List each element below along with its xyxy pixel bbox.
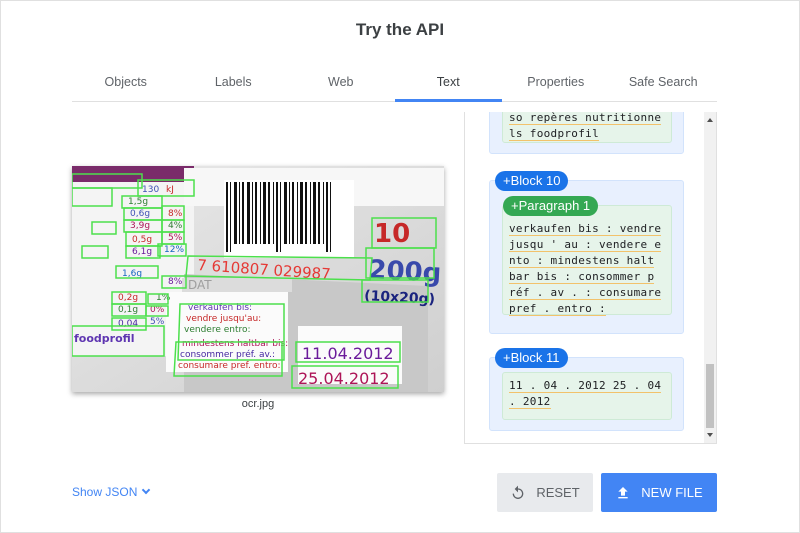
weight-text: 200g — [368, 255, 442, 289]
tab-objects[interactable]: Objects — [72, 62, 180, 101]
results-panel[interactable]: so repères nutritionne ls foodprofil ver… — [464, 112, 717, 444]
tab-safe-search[interactable]: Safe Search — [610, 62, 718, 101]
block-11-label[interactable]: +Block 11 — [495, 348, 568, 368]
nut-value-8: 0,2g — [118, 293, 138, 303]
result-line: bar bis : consommer p — [509, 270, 655, 284]
result-line: 11 . 04 . 2012 25 . 04 — [509, 379, 662, 393]
nut-value-13: foodprofil — [74, 332, 135, 345]
block-9: so repères nutritionne ls foodprofil — [489, 112, 684, 154]
scroll-down-arrow-icon[interactable] — [707, 433, 713, 437]
show-json-toggle[interactable]: Show JSON — [72, 485, 151, 499]
result-line: jusqu ' au : vendere e — [509, 238, 662, 252]
result-line: nto : mindestens halt — [509, 254, 655, 268]
nut-value-3: 8% — [168, 209, 183, 219]
vk-line-4: mindestens haltbar bis: — [182, 339, 288, 349]
nut-value-1: 130 — [142, 185, 159, 195]
big-count: 10 — [374, 219, 410, 249]
vk-line-2: vendre jusqu'au: — [186, 314, 261, 324]
date-2: 25.04.2012 — [298, 369, 390, 388]
tab-text[interactable]: Text — [394, 62, 503, 102]
vk-line-6: consumare pref. entro: — [178, 361, 281, 371]
result-line: réf . av . : consumare — [509, 286, 662, 300]
nut-value-15: 1,5g — [128, 197, 148, 207]
result-line: . 2012 — [509, 395, 551, 409]
upload-icon — [618, 486, 628, 498]
nut-value-4: 4% — [168, 221, 183, 231]
tab-labels[interactable]: Labels — [180, 62, 288, 101]
result-line: verkaufen bis : vendre — [509, 222, 662, 236]
nut-value-9: 0,1g — [118, 305, 138, 315]
nut-value-19: 3,9g — [130, 221, 150, 231]
result-line: ls foodprofil — [509, 127, 599, 141]
vk-line-5: consommer préf. av.: — [180, 349, 275, 360]
new-file-button[interactable]: NEW FILE — [601, 473, 717, 512]
new-file-label: NEW FILE — [641, 485, 703, 500]
reset-label: RESET — [536, 485, 580, 500]
scroll-up-arrow-icon[interactable] — [707, 118, 713, 122]
reset-button[interactable]: RESET — [497, 473, 593, 512]
nut-value-2: kJ — [166, 185, 174, 195]
nut-value-17: 6,1g — [132, 247, 152, 257]
image-caption: ocr.jpg — [241, 398, 275, 410]
nut-value-6: 12% — [164, 245, 184, 255]
result-line: pref . entro : — [509, 302, 606, 316]
show-json-label: Show JSON — [72, 485, 138, 499]
uploaded-image: 7 610807 029987 10 200g (10x20g) DAT 11.… — [72, 166, 444, 392]
chevron-down-icon — [142, 485, 151, 495]
paragraph: so repères nutritionne ls foodprofil — [502, 112, 672, 143]
paragraph-1-label[interactable]: +Paragraph 1 — [503, 196, 599, 216]
block-10-label[interactable]: +Block 10 — [495, 171, 569, 191]
nut-value-18: 0,6g — [130, 209, 150, 219]
nut-value-7: 8% — [168, 277, 183, 287]
tab-properties[interactable]: Properties — [502, 62, 610, 101]
nut-value-16: 0,5g — [132, 235, 152, 245]
reset-icon — [512, 485, 524, 499]
vk-line-3: vendere entro: — [184, 325, 251, 335]
scrollbar[interactable] — [704, 112, 716, 443]
nut-value-5: 5% — [168, 233, 183, 243]
nut-value-12: 0,04 — [118, 319, 138, 329]
tab-bar: Objects Labels Web Text Properties Safe … — [72, 62, 717, 102]
tab-web[interactable]: Web — [287, 62, 395, 101]
date-1: 11.04.2012 — [302, 344, 394, 363]
paragraph-1: verkaufen bis : vendre jusqu ' au : vend… — [502, 205, 672, 316]
scrollbar-thumb[interactable] — [706, 364, 714, 428]
result-line: so repères nutritionne — [509, 112, 662, 125]
page-title: Try the API — [355, 20, 445, 39]
paragraph: 11 . 04 . 2012 25 . 04 . 2012 — [502, 372, 672, 420]
dat-text: DAT — [188, 278, 212, 292]
block-11: 11 . 04 . 2012 25 . 04 . 2012 — [489, 357, 684, 431]
barcode-graphic — [224, 180, 354, 258]
